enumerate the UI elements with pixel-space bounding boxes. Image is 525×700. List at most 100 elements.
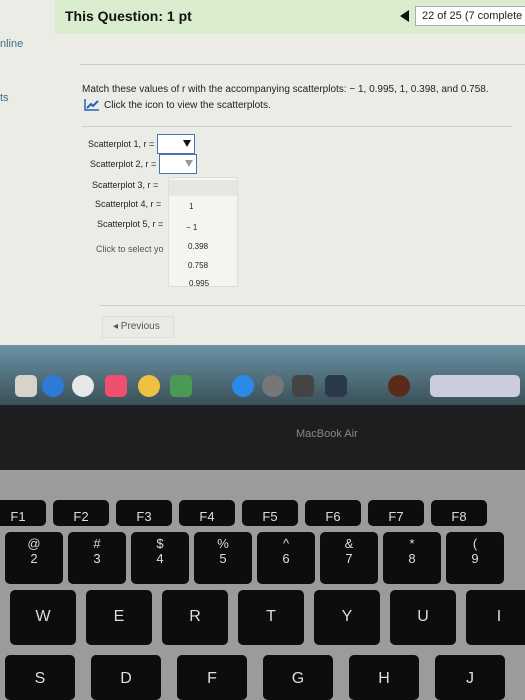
key-label: 6: [282, 551, 290, 566]
function-key[interactable]: F2: [53, 500, 109, 526]
letter-key[interactable]: S: [5, 655, 75, 700]
key-label: I: [496, 608, 502, 626]
key-label: U: [417, 608, 429, 626]
screen: This Question: 1 pt 22 of 25 (7 complete…: [0, 0, 525, 345]
dropdown-option[interactable]: 0.995: [189, 279, 209, 288]
select-instruction: Click to select yo: [96, 244, 164, 254]
dock: [0, 345, 525, 405]
app-icon[interactable]: [325, 375, 347, 397]
row-label: Scatterplot 1, r =: [88, 139, 155, 149]
chevron-down-icon: [185, 160, 194, 167]
scatterplot-2-row: Scatterplot 2, r =: [90, 154, 198, 174]
number-key[interactable]: ^ 6: [257, 532, 315, 584]
letter-key[interactable]: G: [263, 655, 333, 700]
key-label: 7: [345, 551, 353, 566]
scatterplot-1-select[interactable]: [157, 134, 196, 154]
dropdown-option[interactable]: 1: [189, 202, 193, 211]
safari-icon[interactable]: [42, 375, 64, 397]
laptop-brand: MacBook Air: [296, 428, 358, 440]
app-store-icon[interactable]: [232, 375, 254, 397]
number-key[interactable]: (9: [446, 532, 504, 584]
keyboard: F1 F2 F3 F4 F5 F6 F7 F8 @2 #3 $4% 5 ^ 6 & 7 * 8(9 W E R T Y U I S…: [0, 470, 525, 700]
key-label: @: [27, 536, 41, 551]
question-prompt: Match these values of r with the accompa…: [82, 84, 489, 95]
number-key[interactable]: $4: [131, 532, 189, 584]
r-dropdown-menu: 1 − 1 0.398 0.758 0.995: [168, 177, 238, 288]
divider: [100, 305, 525, 306]
key-label: F: [207, 670, 217, 687]
scatterplot-2-select[interactable]: [159, 154, 198, 174]
number-key[interactable]: * 8: [383, 532, 441, 584]
key-label: F3: [136, 508, 152, 524]
scatterplot-4-row: Scatterplot 4, r =: [95, 199, 161, 209]
minimized-windows[interactable]: [430, 375, 520, 397]
previous-question-icon[interactable]: [400, 10, 409, 22]
letter-key[interactable]: U: [390, 590, 456, 645]
chart-icon[interactable]: [84, 99, 100, 111]
function-key[interactable]: F5: [242, 500, 298, 526]
app-icon[interactable]: [15, 375, 37, 397]
divider: [82, 126, 512, 127]
music-icon[interactable]: [105, 375, 127, 397]
key-label: F8: [451, 508, 467, 524]
function-key[interactable]: F8: [431, 500, 487, 526]
number-key[interactable]: & 7: [320, 532, 378, 584]
key-label: J: [466, 670, 474, 687]
key-label: R: [189, 608, 201, 626]
letter-key[interactable]: J: [435, 655, 505, 700]
question-header: This Question: 1 pt 22 of 25 (7 complete: [55, 0, 525, 34]
facetime-icon[interactable]: [170, 375, 192, 397]
app-icon[interactable]: [388, 375, 410, 397]
row-label: Scatterplot 4, r =: [95, 199, 162, 209]
function-key[interactable]: F3: [116, 500, 172, 526]
letter-key[interactable]: W: [10, 590, 76, 645]
dropdown-option-blank[interactable]: [169, 180, 237, 196]
key-label: F4: [199, 508, 215, 524]
dropdown-option[interactable]: 0.398: [188, 242, 208, 251]
letter-key[interactable]: Y: [314, 590, 380, 645]
dropdown-option[interactable]: 0.758: [188, 261, 208, 270]
key-label: F5: [262, 508, 278, 524]
number-key[interactable]: #3: [68, 532, 126, 584]
function-key[interactable]: F4: [179, 500, 235, 526]
letter-key[interactable]: D: [91, 655, 161, 700]
function-key[interactable]: F7: [368, 500, 424, 526]
letter-key[interactable]: F: [177, 655, 247, 700]
key-label: 2: [30, 551, 38, 566]
key-label: F7: [388, 508, 404, 524]
key-label: F1: [10, 508, 26, 524]
key-label: E: [113, 608, 125, 626]
hint-text: Click the icon to view the scatterplots.: [104, 99, 271, 111]
chrome-icon[interactable]: [72, 375, 94, 397]
photos-icon[interactable]: [138, 375, 160, 397]
function-key[interactable]: F6: [305, 500, 361, 526]
key-label: G: [291, 670, 305, 687]
sidebar-item[interactable]: nline: [0, 38, 23, 50]
scatterplot-5-row: Scatterplot 5, r =: [97, 219, 163, 229]
question-progress[interactable]: 22 of 25 (7 complete: [415, 6, 525, 26]
chevron-down-icon: [183, 140, 192, 147]
sidebar-item[interactable]: ts: [0, 92, 9, 104]
key-label: %: [217, 536, 229, 551]
letter-key[interactable]: H: [349, 655, 419, 700]
dropdown-option[interactable]: − 1: [186, 223, 197, 232]
number-key[interactable]: @2: [5, 532, 63, 584]
function-key[interactable]: F1: [0, 500, 46, 526]
scatterplot-1-row: Scatterplot 1, r =: [88, 134, 196, 154]
number-key[interactable]: % 5: [194, 532, 252, 584]
key-label: T: [266, 608, 276, 626]
previous-button[interactable]: ◂ Previous: [102, 316, 174, 338]
key-label: S: [34, 670, 46, 687]
key-label: &: [344, 536, 354, 551]
divider: [80, 64, 525, 65]
letter-key[interactable]: I: [466, 590, 525, 645]
launchpad-icon[interactable]: [262, 375, 284, 397]
scatterplot-hint: Click the icon to view the scatterplots.: [84, 99, 271, 111]
letter-key[interactable]: E: [86, 590, 152, 645]
letter-key[interactable]: T: [238, 590, 304, 645]
letter-key[interactable]: R: [162, 590, 228, 645]
key-label: 5: [219, 551, 227, 566]
scatterplot-3-row: Scatterplot 3, r =: [92, 180, 158, 190]
key-label: *: [409, 536, 415, 551]
settings-icon[interactable]: [292, 375, 314, 397]
